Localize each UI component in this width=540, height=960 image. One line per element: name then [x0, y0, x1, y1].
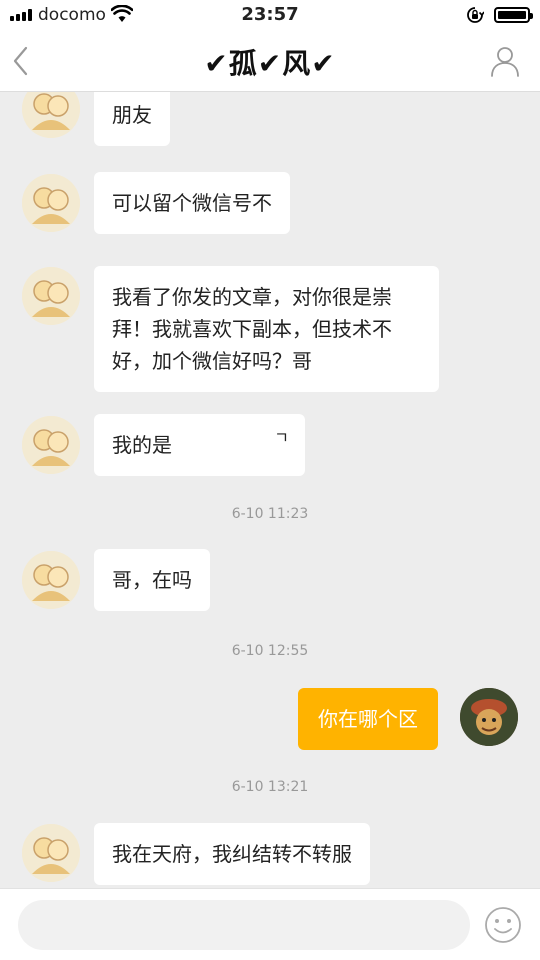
message-text-line: 好，加个微信好吗？哥	[112, 349, 312, 373]
battery-icon	[494, 7, 533, 23]
message-input-bar	[0, 888, 540, 960]
incoming-message-bubble[interactable]: 哥，在吗	[94, 549, 210, 611]
friend-avatar[interactable]	[22, 267, 80, 325]
message-timestamp: 6-10 11:23	[231, 506, 309, 522]
friend-avatar[interactable]	[22, 92, 80, 138]
message-text: 哥，在吗	[112, 568, 192, 592]
message-text: 你在哪个区	[318, 707, 418, 731]
message-text: 可以留个微信号不	[112, 191, 272, 215]
friend-avatar[interactable]	[22, 551, 80, 609]
friend-avatar[interactable]	[22, 174, 80, 232]
clock: 23:57	[241, 4, 299, 25]
incoming-message-bubble[interactable]: 我的是 ㄱ	[94, 414, 305, 476]
incoming-message-bubble[interactable]: 朋友	[94, 92, 170, 146]
profile-icon[interactable]	[488, 44, 522, 78]
message-timestamp: 6-10 12:55	[231, 643, 309, 659]
chat-header: ✔孤✔风✔	[0, 30, 540, 92]
message-text: 我在天府，我纠结转不转服	[112, 842, 352, 866]
message-text-fragment: ㄱ	[274, 428, 289, 447]
message-text: 朋友	[112, 103, 152, 127]
friend-avatar[interactable]	[22, 824, 80, 882]
orientation-lock-icon	[467, 7, 484, 23]
message-text-line: 拜！我就喜欢下副本，但技术不	[112, 317, 392, 341]
outgoing-message-bubble[interactable]: 你在哪个区	[298, 688, 438, 750]
message-input[interactable]	[18, 900, 470, 950]
contact-name-title: ✔孤✔风✔	[204, 47, 336, 80]
chat-message-list[interactable]: 朋友 可以留个微信号不 我看了你发的文章，对你很是崇 拜！我就喜欢下副本，但技术…	[0, 92, 540, 888]
message-timestamp: 6-10 13:21	[231, 779, 309, 795]
status-bar: docomo 23:57	[0, 0, 540, 30]
message-text: 我的是	[112, 433, 172, 457]
message-text-line: 我看了你发的文章，对你很是崇	[112, 285, 392, 309]
my-avatar[interactable]	[460, 688, 518, 746]
incoming-message-bubble[interactable]: 可以留个微信号不	[94, 172, 290, 234]
friend-avatar[interactable]	[22, 416, 80, 474]
incoming-message-bubble[interactable]: 我在天府，我纠结转不转服	[94, 823, 370, 885]
emoji-icon[interactable]	[484, 906, 522, 944]
incoming-message-bubble[interactable]: 我看了你发的文章，对你很是崇 拜！我就喜欢下副本，但技术不 好，加个微信好吗？哥	[94, 266, 439, 392]
